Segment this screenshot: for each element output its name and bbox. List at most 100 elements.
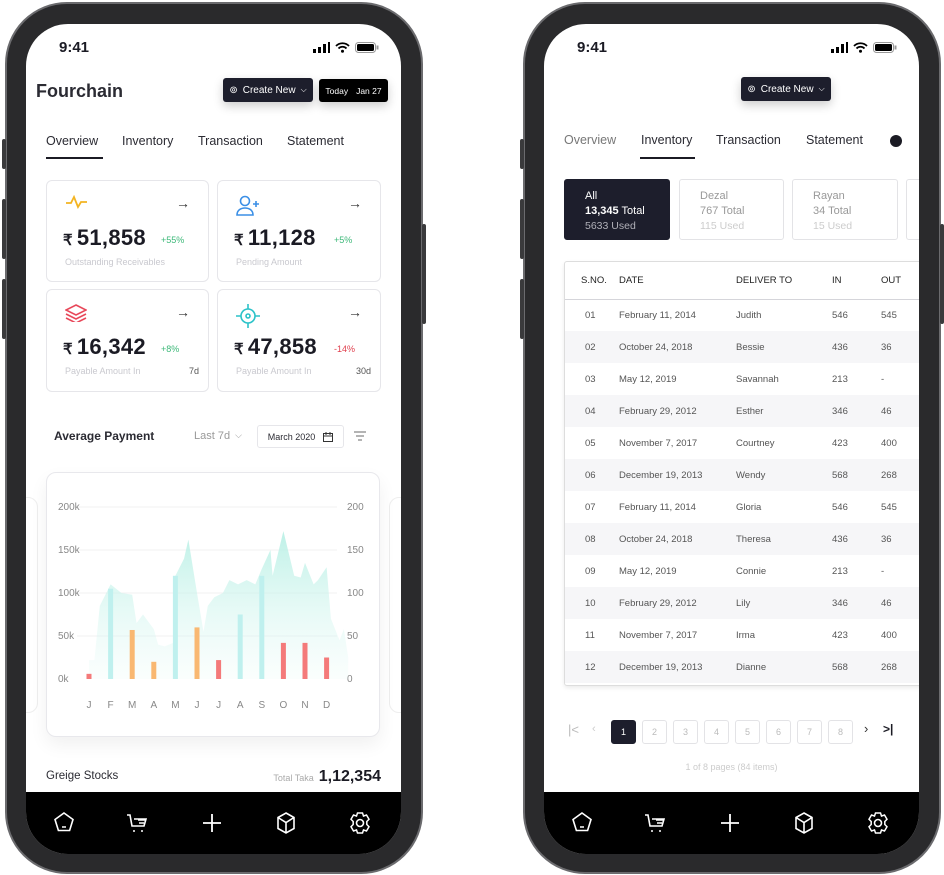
arrow-right-icon[interactable]: →	[176, 304, 190, 320]
settings-icon[interactable]	[347, 810, 373, 836]
card-amount: ₹16,342	[63, 334, 146, 359]
pulse-icon	[66, 195, 87, 209]
arrow-right-icon[interactable]: →	[348, 195, 362, 211]
left-axis-tick: 150k	[58, 545, 81, 556]
tab-inventory[interactable]: Inventory	[122, 134, 173, 148]
table-cell: 02	[565, 331, 619, 363]
tab-statement[interactable]: Statement	[287, 134, 344, 148]
table-row[interactable]: 07 February 11, 2014 Gloria 546 545	[565, 491, 919, 523]
card-change: +5%	[334, 235, 353, 245]
table-cell: Wendy	[736, 459, 832, 491]
search-icon[interactable]	[890, 135, 902, 147]
tab-statement[interactable]: Statement	[806, 133, 863, 147]
page-button[interactable]: 6	[766, 720, 791, 744]
table-cell: December 19, 2013	[619, 651, 736, 683]
card-outstanding-receivables[interactable]: → ₹51,858 +55% Outstanding Receivables	[46, 180, 209, 282]
status-icons	[313, 42, 379, 53]
table-cell: October 24, 2018	[619, 331, 736, 363]
table-row[interactable]: 09 May 12, 2019 Connie 213 -	[565, 555, 919, 587]
filter-dezal[interactable]: Dezal 767 Total 115 Used	[679, 179, 784, 240]
table-row[interactable]: 01 February 11, 2014 Judith 546 545	[565, 299, 919, 331]
table-cell: 08	[565, 523, 619, 555]
greige-total: Total Taka 1,12,354	[273, 768, 381, 785]
table-header: S.NO. DATE DELIVER TO IN OUT	[565, 262, 919, 300]
tab-overview[interactable]: Overview	[46, 134, 98, 148]
home-icon[interactable]	[51, 810, 77, 836]
page-button[interactable]: 1	[611, 720, 636, 744]
table-cell: 568	[832, 651, 881, 683]
table-row[interactable]: 10 February 29, 2012 Lily 346 46	[565, 587, 919, 619]
filter-all[interactable]: All 13,345 Total 5633 Used	[564, 179, 670, 240]
card-payable-7d[interactable]: → ₹16,342 +8% Payable Amount In 7d	[46, 289, 209, 392]
prev-page-icon[interactable]: ‹	[592, 723, 596, 735]
table-row[interactable]: 02 October 24, 2018 Bessie 436 36	[565, 331, 919, 363]
table-cell: 01	[585, 309, 596, 321]
box-icon[interactable]	[273, 810, 299, 836]
table-row[interactable]: 11 November 7, 2017 Irma 423 400	[565, 619, 919, 651]
card-period: 30d	[355, 366, 371, 376]
create-new-button[interactable]: ⊚ Create New ⌵	[741, 77, 831, 101]
status-time: 9:41	[577, 39, 608, 56]
create-icon: ⊚	[229, 84, 238, 96]
tab-inventory[interactable]: Inventory	[641, 133, 692, 147]
bar	[129, 629, 135, 679]
page-button[interactable]: 3	[673, 720, 698, 744]
table-cell: May 12, 2019	[619, 565, 677, 577]
next-chart-card[interactable]	[389, 497, 401, 713]
signal-icon	[313, 42, 330, 53]
last-page-icon[interactable]: >|	[883, 722, 893, 736]
table-row[interactable]: 06 December 19, 2013 Wendy 568 268	[565, 459, 919, 491]
filter-more[interactable]	[906, 179, 919, 240]
x-axis-tick: D	[323, 700, 330, 711]
page-button[interactable]: 4	[704, 720, 729, 744]
arrow-right-icon[interactable]: →	[176, 195, 190, 211]
first-page-icon[interactable]: |<	[568, 722, 579, 737]
card-payable-30d[interactable]: → ₹47,858 -14% Payable Amount In 30d	[217, 289, 381, 392]
range-dropdown[interactable]: Last 7d ⌵	[194, 430, 242, 442]
create-new-label: Create New	[242, 84, 296, 96]
page-button[interactable]: 2	[642, 720, 667, 744]
cart-icon[interactable]	[643, 810, 669, 836]
active-tab-indicator	[46, 157, 103, 159]
next-page-icon[interactable]: ›	[864, 721, 868, 736]
table-row[interactable]: 03 May 12, 2019 Savannah 213 -	[565, 363, 919, 395]
user-plus-icon	[236, 195, 259, 216]
prev-chart-card[interactable]	[26, 497, 38, 713]
right-axis-tick: 100	[347, 588, 364, 599]
table-cell: 545	[881, 309, 897, 321]
x-axis-tick: A	[150, 700, 157, 711]
tab-overview[interactable]: Overview	[564, 133, 616, 147]
date-picker[interactable]: March 2020	[257, 425, 344, 448]
table-cell: 12	[565, 651, 619, 683]
settings-icon[interactable]	[865, 810, 891, 836]
plus-icon[interactable]	[199, 810, 225, 836]
cart-icon[interactable]	[125, 810, 151, 836]
page-button[interactable]: 5	[735, 720, 760, 744]
left-axis-tick: 100k	[58, 588, 81, 599]
box-icon[interactable]	[791, 810, 817, 836]
table-row[interactable]: 05 November 7, 2017 Courtney 423 400	[565, 427, 919, 459]
right-axis-tick: 200	[347, 502, 364, 513]
plus-icon[interactable]	[717, 810, 743, 836]
table-cell: November 7, 2017	[619, 629, 698, 641]
card-period: 7d	[188, 366, 199, 376]
page-button[interactable]: 7	[797, 720, 822, 744]
battery-icon	[873, 42, 897, 53]
tab-transaction[interactable]: Transaction	[198, 134, 263, 148]
x-axis-tick: N	[301, 700, 308, 711]
today-date-button[interactable]: Today Jan 27	[319, 79, 388, 102]
table-cell: Theresa	[736, 523, 832, 555]
tab-transaction[interactable]: Transaction	[716, 133, 781, 147]
filter-rayan[interactable]: Rayan 34 Total 15 Used	[792, 179, 898, 240]
table-row[interactable]: 04 February 29, 2012 Esther 346 46	[565, 395, 919, 427]
table-cell: 268	[881, 459, 919, 491]
create-new-button[interactable]: ⊚ Create New ⌵	[223, 78, 313, 102]
home-icon[interactable]	[569, 810, 595, 836]
card-pending-amount[interactable]: → ₹11,128 +5% Pending Amount	[217, 180, 381, 282]
table-row[interactable]: 08 October 24, 2018 Theresa 436 36	[565, 523, 919, 555]
arrow-right-icon[interactable]: →	[348, 304, 362, 320]
table-row[interactable]: 12 December 19, 2013 Dianne 568 268	[565, 651, 919, 683]
page-button[interactable]: 8	[828, 720, 853, 744]
filter-icon[interactable]	[354, 431, 366, 441]
chevron-down-icon: ⌵	[818, 84, 825, 93]
